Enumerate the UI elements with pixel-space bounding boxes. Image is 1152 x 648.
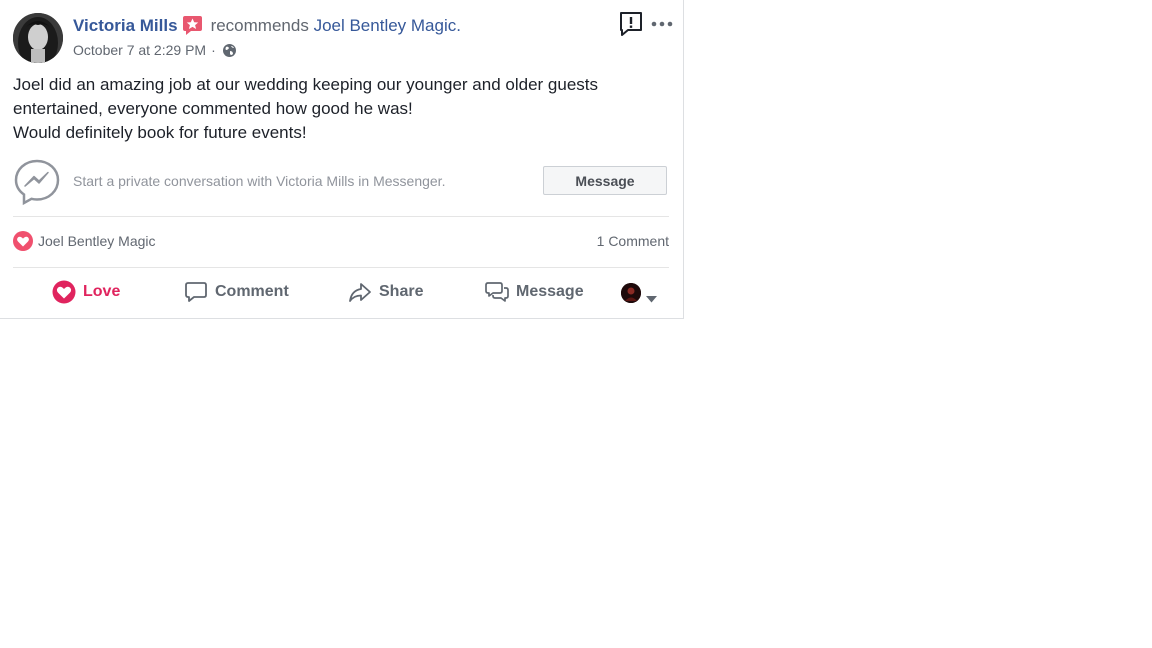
- comment-icon: [185, 282, 207, 302]
- messenger-prompt: Start a private conversation with Victor…: [13, 158, 669, 206]
- post-header: Victoria Mills recommends Joel Bentley M…: [73, 15, 461, 36]
- divider: [13, 267, 669, 268]
- love-button[interactable]: Love: [52, 279, 120, 305]
- reactions-bar: Joel Bentley Magic 1 Comment: [13, 231, 669, 253]
- author-name[interactable]: Victoria Mills: [73, 16, 178, 36]
- comment-label: Comment: [215, 283, 289, 300]
- post-timestamp[interactable]: October 7 at 2:29 PM: [73, 42, 206, 58]
- message-icon: [485, 282, 509, 302]
- messenger-icon: [13, 158, 61, 206]
- love-label: Love: [83, 283, 121, 300]
- globe-icon[interactable]: [222, 43, 237, 58]
- love-reaction-icon[interactable]: [13, 231, 33, 251]
- post-body: Joel did an amazing job at our wedding k…: [13, 73, 673, 145]
- comment-button[interactable]: Comment: [184, 279, 289, 305]
- message-label: Message: [516, 283, 584, 300]
- divider: [13, 216, 669, 217]
- share-icon: [349, 283, 371, 302]
- love-icon: [52, 280, 76, 304]
- comment-count[interactable]: 1 Comment: [597, 233, 669, 249]
- share-label: Share: [379, 283, 424, 300]
- page-avatar: [621, 283, 641, 303]
- post-body-line: Joel did an amazing job at our wedding k…: [13, 75, 599, 94]
- post-meta: October 7 at 2:29 PM ·: [73, 42, 237, 58]
- page-link[interactable]: Joel Bentley Magic.: [314, 16, 461, 36]
- author-avatar[interactable]: [13, 13, 63, 63]
- messenger-prompt-text: Start a private conversation with Victor…: [73, 173, 446, 189]
- recommendation-icon: [182, 15, 203, 36]
- post-body-line: entertained, everyone commented how good…: [13, 99, 413, 118]
- reaction-audience-selector[interactable]: [621, 282, 661, 304]
- meta-separator: ·: [211, 42, 216, 58]
- post-body-line: Would definitely book for future events!: [13, 123, 307, 142]
- reactor-name[interactable]: Joel Bentley Magic: [38, 233, 156, 249]
- share-button[interactable]: Share: [348, 279, 423, 305]
- message-button[interactable]: Message: [543, 166, 667, 195]
- report-icon[interactable]: [618, 11, 644, 37]
- more-options-icon[interactable]: [651, 17, 673, 29]
- message-action-button[interactable]: Message: [485, 279, 584, 305]
- recommends-text: recommends: [210, 15, 309, 35]
- chevron-down-icon: [646, 290, 657, 308]
- post-card: Victoria Mills recommends Joel Bentley M…: [0, 0, 684, 319]
